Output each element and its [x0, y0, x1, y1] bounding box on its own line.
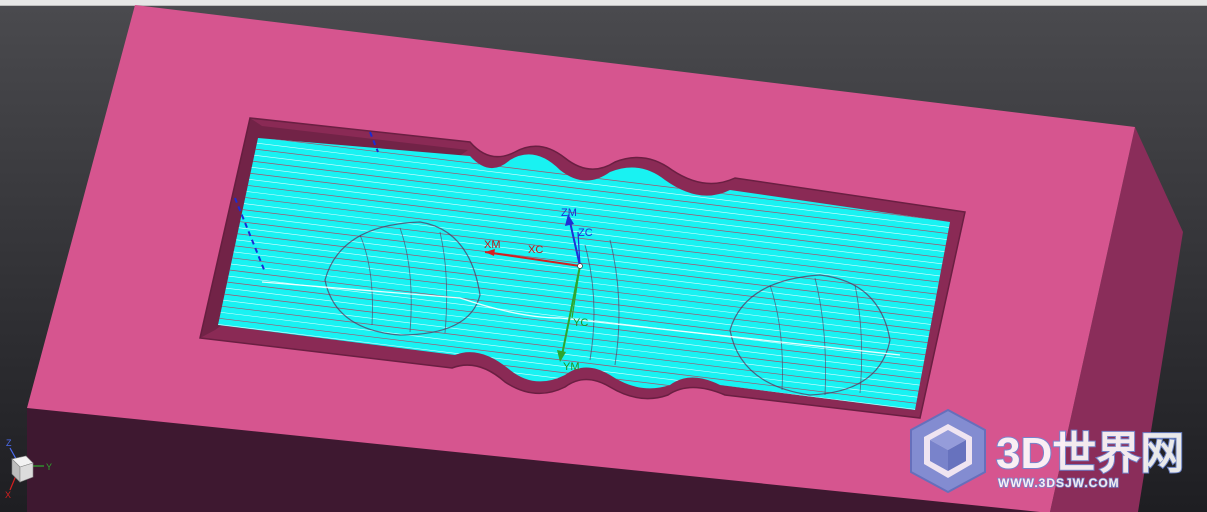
triad-x-label: X	[5, 490, 11, 500]
cad-scene[interactable]: ZM ZC XM XC YC YM Z Y X 3D世界网 WWW.3DSJW.…	[0, 0, 1207, 512]
zm-label: ZM	[561, 207, 577, 219]
xm-label: XM	[484, 239, 501, 251]
triad-z-label: Z	[6, 438, 12, 448]
zc-label: ZC	[578, 227, 593, 239]
watermark-url: WWW.3DSJW.COM	[998, 476, 1120, 490]
ym-label: YM	[563, 361, 580, 373]
yc-label: YC	[573, 317, 588, 329]
graphics-viewport[interactable]: ZM ZC XM XC YC YM Z Y X 3D世界网 WWW.3DSJW.…	[0, 0, 1207, 512]
xc-label: XC	[528, 244, 543, 256]
watermark-title: 3D世界网	[996, 429, 1184, 478]
triad-y-label: Y	[46, 462, 52, 472]
